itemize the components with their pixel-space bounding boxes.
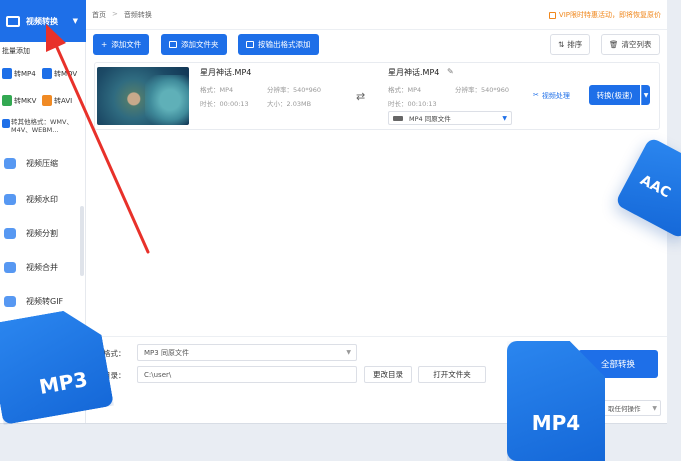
convert-button[interactable]: 转换(极速) — [589, 85, 640, 105]
sidebar-item-label: 视频转GIF — [26, 296, 64, 306]
sidebar-item-label: 视频分割 — [26, 228, 58, 238]
button-label: 添加文件夹 — [181, 40, 219, 49]
format-mp4-button[interactable]: 转MP4 — [2, 68, 36, 79]
top-bar: 首页 > 音频转换 VIP限时特惠活动，即将恢复原价 — [86, 0, 667, 30]
source-duration: 时长：00:00:13 — [200, 100, 249, 108]
add-folder-button[interactable]: 添加文件夹 — [161, 34, 227, 55]
after-convert-select[interactable]: 取任何操作 ▼ — [603, 400, 661, 416]
sidebar-item-split[interactable]: 视频分割 — [0, 223, 84, 243]
video-icon — [6, 15, 20, 27]
format-other-label: 转其他格式：WMV、M4V、WEBM... — [11, 118, 73, 134]
vip-promo-text: VIP限时特惠活动，即将恢复原价 — [558, 11, 661, 19]
convert-dropdown-button[interactable]: ▼ — [641, 85, 650, 105]
output-format: 格式：MP4 — [388, 86, 422, 94]
button-label: 清空列表 — [621, 40, 652, 49]
sort-icon: ⇅ — [558, 40, 565, 49]
gift-icon — [548, 11, 556, 19]
format-mov-button[interactable]: 转MOV — [42, 68, 77, 79]
source-file-name: 星月神话.MP4 — [200, 68, 252, 77]
output-format-dropdown[interactable]: MP3 同原文件 ▼ — [137, 344, 357, 361]
sidebar-item-label: 视频转换 — [26, 16, 58, 26]
sort-button[interactable]: ⇅ 排序 — [550, 34, 591, 55]
breadcrumb-home[interactable]: 首页 — [92, 10, 106, 20]
select-value: MP4 同原文件 — [409, 115, 451, 123]
merge-icon — [4, 261, 16, 273]
clear-list-button[interactable]: 🗑 清空列表 — [601, 34, 660, 55]
source-resolution: 分辨率：540*960 — [267, 86, 322, 94]
sidebar-item-label: 视频合并 — [26, 262, 58, 272]
output-dir-field[interactable]: C:\user\ — [137, 366, 357, 383]
select-value: MP3 同原文件 — [144, 348, 189, 357]
split-icon — [4, 227, 16, 239]
caret-down-icon: ▼ — [72, 17, 78, 25]
source-format: 格式：MP4 — [200, 86, 234, 94]
chevron-down-icon: ▼ — [502, 114, 507, 122]
edit-name-icon[interactable]: ✎ — [447, 67, 454, 76]
sidebar-item-label: 视频水印 — [26, 194, 58, 204]
button-label: 添加文件 — [111, 40, 142, 49]
folder-icon — [169, 41, 177, 48]
sidebar-item-watermark[interactable]: 视频水印 — [0, 189, 84, 209]
format-label: 转AVI — [54, 96, 73, 105]
button-label: 排序 — [567, 40, 583, 49]
select-value: 取任何操作 — [608, 405, 641, 413]
sidebar-scrollbar[interactable] — [80, 206, 84, 276]
add-file-button[interactable]: + 添加文件 — [93, 34, 150, 55]
file-list-item — [94, 62, 660, 130]
file-icon — [42, 68, 52, 79]
file-icon — [2, 119, 10, 128]
video-thumbnail — [97, 67, 189, 125]
compress-icon — [4, 157, 16, 169]
change-dir-button[interactable]: 更改目录 — [364, 366, 412, 383]
output-file-name: 星月神话.MP4 — [388, 68, 440, 77]
format-label: 转MP4 — [14, 69, 36, 78]
button-label: 视频处理 — [541, 92, 570, 100]
add-by-format-button[interactable]: 按输出格式添加 — [238, 34, 319, 55]
gif-icon — [4, 295, 16, 307]
format-label: 转MOV — [54, 69, 78, 78]
vip-promo-link[interactable]: VIP限时特惠活动，即将恢复原价 — [548, 10, 661, 20]
button-label: 按输出格式添加 — [258, 40, 311, 49]
breadcrumb-separator: > — [112, 9, 118, 18]
sidebar-item-merge[interactable]: 视频合并 — [0, 257, 84, 277]
open-folder-button[interactable]: 打开文件夹 — [418, 366, 486, 383]
sidebar-item-video-convert[interactable]: 视频转换 ▼ — [0, 0, 86, 42]
batch-add-label: 批量添加 — [2, 47, 30, 55]
format-label: 转MKV — [14, 96, 37, 105]
plus-icon: + — [101, 40, 108, 49]
chevron-down-icon: ▼ — [652, 404, 657, 412]
field-value: C:\user\ — [144, 370, 172, 379]
chevron-down-icon: ▼ — [346, 349, 351, 356]
source-size: 大小：2.03MB — [267, 100, 312, 108]
output-duration: 时长：00:10:13 — [388, 100, 437, 108]
output-format-select[interactable]: MP4 同原文件 ▼ — [388, 111, 512, 125]
sidebar-item-gif[interactable]: 视频转GIF — [0, 291, 84, 311]
watermark-icon — [4, 193, 16, 205]
breadcrumb: 首页 > 音频转换 — [92, 10, 152, 20]
file-icon — [42, 95, 52, 106]
file-icon — [2, 68, 12, 79]
convert-arrow-icon: ⇄ — [356, 90, 366, 103]
file-icon — [2, 95, 12, 106]
list-icon — [246, 41, 254, 48]
format-avi-button[interactable]: 转AVI — [42, 95, 72, 106]
format-other-button[interactable]: 转其他格式：WMV、M4V、WEBM... — [1, 118, 85, 134]
output-resolution: 分辨率：540*960 — [455, 86, 510, 94]
format-mkv-button[interactable]: 转MKV — [2, 95, 36, 106]
video-icon — [393, 115, 403, 121]
breadcrumb-current: 音频转换 — [123, 10, 152, 19]
sidebar-item-label: 视频压缩 — [26, 158, 58, 168]
sidebar-item-compress[interactable]: 视频压缩 — [0, 153, 84, 173]
trash-icon: 🗑 — [609, 40, 619, 49]
scissors-icon: ✂ — [533, 91, 539, 99]
video-process-button[interactable]: ✂ 视频处理 — [533, 91, 570, 101]
